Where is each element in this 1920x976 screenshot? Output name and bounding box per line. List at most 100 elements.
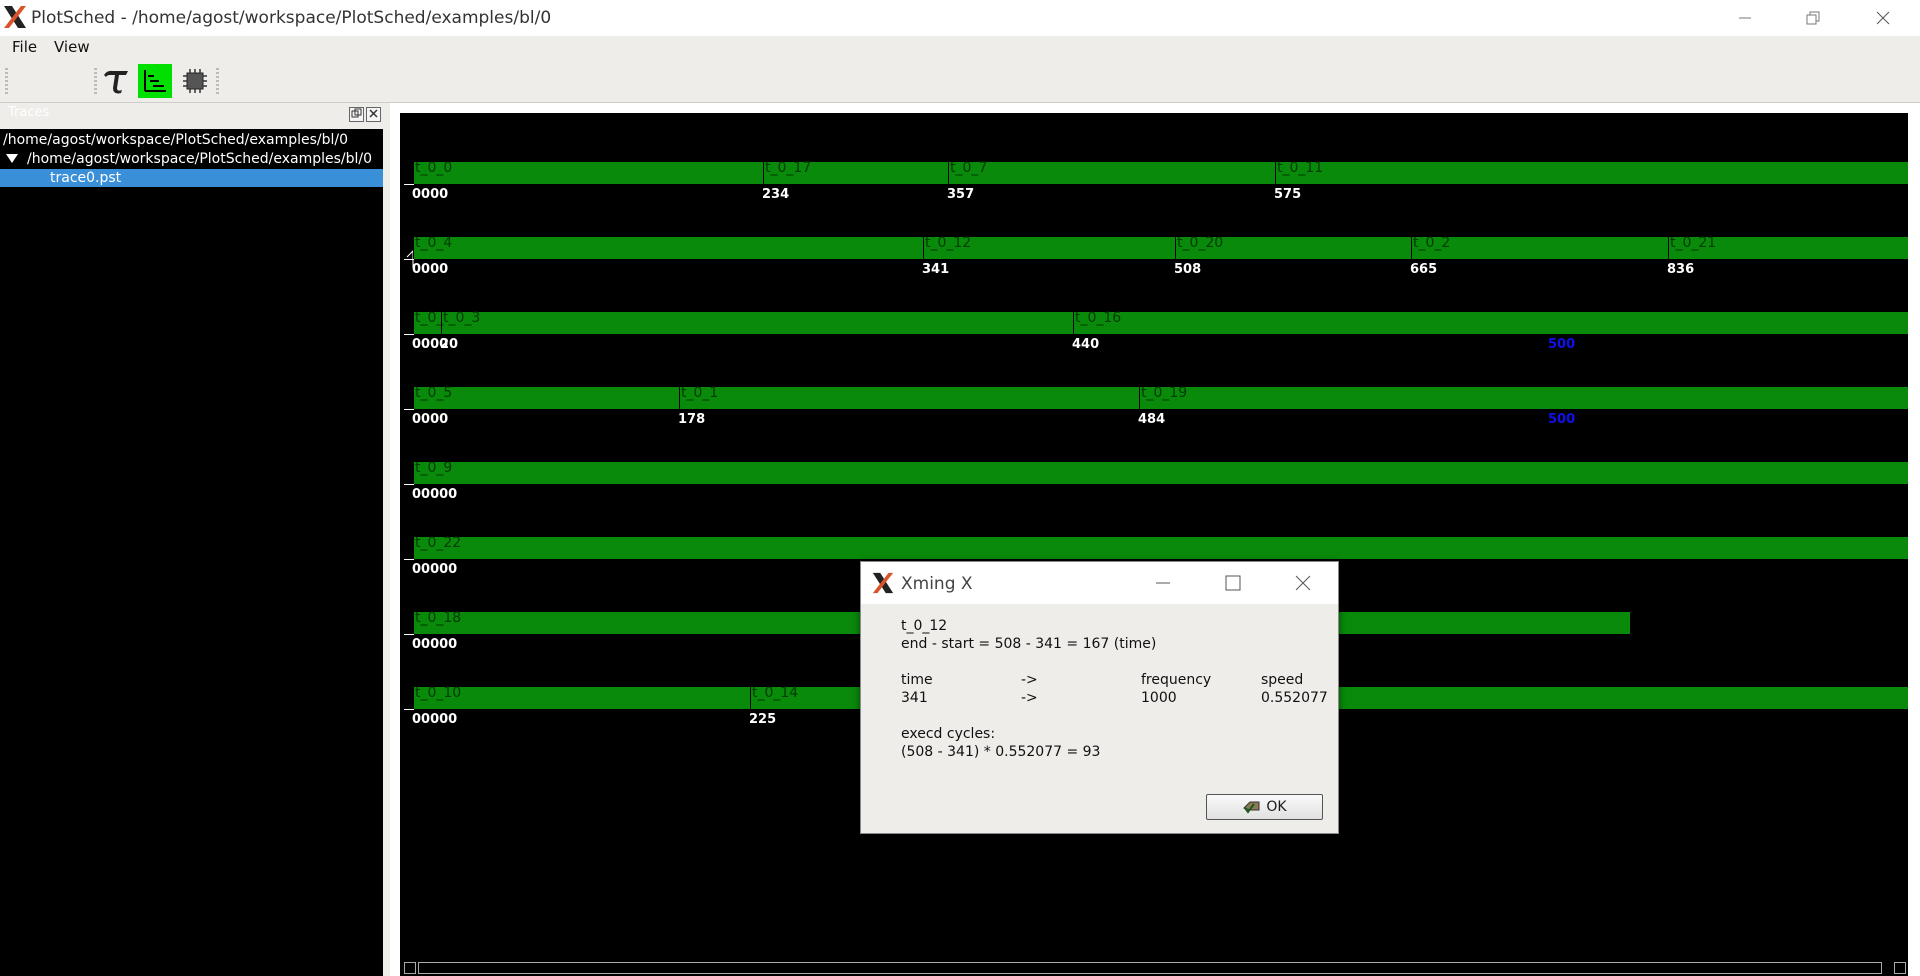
menu-file[interactable]: File bbox=[12, 38, 37, 56]
toolbar bbox=[0, 60, 1920, 103]
time-label: 0000 bbox=[412, 412, 449, 427]
time-label: 440 bbox=[1072, 337, 1100, 352]
float-pane-button[interactable] bbox=[349, 107, 364, 122]
task-bar[interactable] bbox=[413, 312, 1908, 334]
task-label: t_0_19 bbox=[1141, 385, 1188, 401]
axis-mark bbox=[404, 334, 414, 335]
window-titlebar: PlotSched - /home/agost/workspace/PlotSc… bbox=[0, 0, 1920, 36]
axis-mark bbox=[404, 484, 414, 485]
task-boundary bbox=[413, 237, 414, 259]
time-label: 575 bbox=[1274, 187, 1302, 202]
toolbar-grip[interactable] bbox=[94, 68, 97, 94]
task-label: t_0_11 bbox=[1277, 160, 1324, 176]
toolbar-grip[interactable] bbox=[216, 68, 219, 94]
deadline-label: 500 bbox=[1548, 337, 1576, 352]
expand-arrow-icon[interactable] bbox=[6, 154, 18, 164]
scroll-left-button[interactable] bbox=[404, 962, 416, 974]
axis-mark bbox=[404, 634, 414, 635]
ok-button-label: OK bbox=[1266, 799, 1287, 815]
time-label: 0000 bbox=[412, 262, 449, 277]
close-icon bbox=[1876, 11, 1890, 25]
cpu-view-button[interactable] bbox=[178, 64, 212, 98]
task-label: t_0_12 bbox=[925, 235, 972, 251]
axis-mark bbox=[404, 259, 414, 260]
task-bar[interactable] bbox=[413, 537, 1908, 559]
restore-button[interactable] bbox=[1783, 0, 1843, 36]
traces-pane-header: Traces bbox=[0, 103, 390, 125]
cycles-formula: (508 - 341) * 0.552077 = 93 bbox=[901, 744, 1101, 760]
gantt-view-button[interactable] bbox=[138, 64, 172, 98]
tree-file-item[interactable]: trace0.pst bbox=[0, 169, 383, 187]
task-label: t_0_1 bbox=[681, 385, 719, 401]
value-frequency: 1000 bbox=[1141, 690, 1177, 706]
task-boundary bbox=[1073, 312, 1074, 334]
dialog-close-button[interactable] bbox=[1283, 568, 1323, 598]
axis-mark bbox=[404, 559, 414, 560]
tree-root-label: /home/agost/workspace/PlotSched/examples… bbox=[3, 132, 349, 148]
cpu-view-icon bbox=[183, 69, 207, 93]
dialog-titlebar: Xming X bbox=[861, 562, 1338, 604]
dialog-minimize-button[interactable] bbox=[1143, 568, 1183, 598]
task-bar[interactable] bbox=[413, 162, 1908, 184]
close-button[interactable] bbox=[1853, 0, 1913, 36]
time-label: 665 bbox=[1410, 262, 1438, 277]
tau-tool-icon bbox=[104, 70, 128, 94]
horizontal-scrollbar[interactable] bbox=[400, 959, 1908, 976]
menu-view[interactable]: View bbox=[54, 38, 90, 56]
close-pane-button[interactable] bbox=[366, 107, 381, 122]
task-label: t_0_22 bbox=[415, 535, 462, 551]
task-boundary bbox=[679, 387, 680, 409]
task-boundary bbox=[1411, 237, 1412, 259]
dialog-duration: end - start = 508 - 341 = 167 (time) bbox=[901, 636, 1157, 652]
dialog-task-name: t_0_12 bbox=[901, 618, 948, 634]
toolbar-grip[interactable] bbox=[5, 68, 8, 94]
cycles-label: execd cycles: bbox=[901, 726, 996, 742]
axis-mark bbox=[404, 409, 414, 410]
task-boundary bbox=[413, 612, 414, 634]
close-icon bbox=[1295, 575, 1311, 591]
time-label: 00000 bbox=[412, 487, 458, 502]
task-label: t_0_7 bbox=[950, 160, 988, 176]
task-boundary bbox=[441, 312, 442, 334]
time-label: 341 bbox=[922, 262, 950, 277]
task-boundary bbox=[1175, 237, 1176, 259]
task-label: t_0_16 bbox=[1075, 310, 1122, 326]
task-label: t_0_ bbox=[415, 310, 444, 326]
task-label: t_0_18 bbox=[415, 610, 462, 626]
tree-root-path[interactable]: /home/agost/workspace/PlotSched/examples… bbox=[0, 131, 383, 149]
task-boundary bbox=[413, 312, 414, 334]
task-boundary bbox=[413, 387, 414, 409]
dialog-title: Xming X bbox=[901, 574, 973, 594]
time-label: 178 bbox=[678, 412, 706, 427]
time-label: 00000 bbox=[412, 712, 458, 727]
task-boundary bbox=[1139, 387, 1140, 409]
task-label: t_0_4 bbox=[415, 235, 453, 251]
gantt-plot[interactable]: t_0_0 0000 t_0_17 234 t_0_7 357 t_0_11 575 t_0_4… bbox=[400, 113, 1908, 976]
time-label: 225 bbox=[749, 712, 777, 727]
tree-folder[interactable]: /home/agost/workspace/PlotSched/examples… bbox=[0, 150, 383, 168]
value-time: 341 bbox=[901, 690, 928, 706]
tau-tool-button[interactable] bbox=[99, 64, 133, 98]
task-boundary bbox=[750, 687, 751, 709]
task-bar[interactable] bbox=[413, 462, 1908, 484]
task-label: t_0_17 bbox=[765, 160, 812, 176]
task-label: t_0_0 bbox=[415, 160, 453, 176]
gantt-view-icon bbox=[144, 70, 166, 92]
scroll-right-button[interactable] bbox=[1894, 962, 1906, 974]
ok-button[interactable]: OK bbox=[1206, 794, 1323, 820]
minimize-button[interactable] bbox=[1715, 0, 1775, 36]
header-frequency: frequency bbox=[1141, 672, 1212, 688]
task-label: t_0_2 bbox=[1413, 235, 1451, 251]
scrollbar-thumb[interactable] bbox=[418, 962, 1882, 974]
maximize-icon bbox=[1225, 575, 1241, 591]
task-label: t_0_10 bbox=[415, 685, 462, 701]
task-boundary bbox=[413, 687, 414, 709]
task-label: t_0_3 bbox=[443, 310, 481, 326]
time-label: 20 bbox=[440, 337, 459, 352]
task-boundary bbox=[413, 162, 414, 184]
task-label: t_0_9 bbox=[415, 460, 453, 476]
deadline-label: 500 bbox=[1548, 412, 1576, 427]
dialog-maximize-button[interactable] bbox=[1213, 568, 1253, 598]
task-boundary bbox=[1275, 162, 1276, 184]
task-label: t_0_20 bbox=[1177, 235, 1224, 251]
